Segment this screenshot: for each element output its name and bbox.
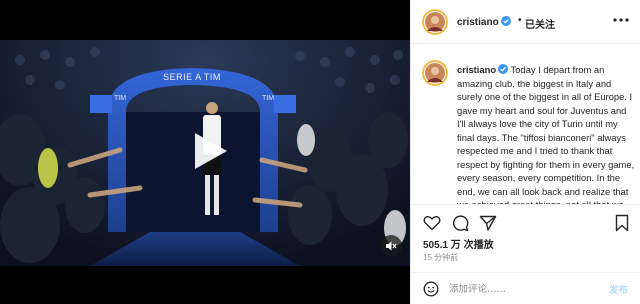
heart-icon[interactable] (423, 214, 441, 232)
comment-input[interactable] (449, 281, 599, 297)
caption-body: Today I depart from an amazing club, the… (457, 64, 635, 204)
caption-text-block: cristiano Today I depart from an amazing… (457, 63, 635, 204)
view-count[interactable]: 505.1 万 次播放 (423, 236, 494, 251)
post-caption: cristiano Today I depart from an amazing… (411, 44, 640, 204)
caption-username[interactable]: cristiano (457, 64, 509, 75)
sponsor-text-right: TIM (262, 95, 275, 102)
avatar[interactable] (422, 9, 448, 35)
verified-badge-icon (498, 64, 509, 74)
comment-icon[interactable] (451, 214, 469, 232)
post-timestamp[interactable]: 15 分钟前 (423, 252, 458, 263)
sponsor-text-left: TIM (114, 95, 127, 102)
avatar[interactable] (422, 60, 448, 86)
post-video[interactable]: SERIE A TIM TIM TIM (0, 0, 410, 304)
bookmark-icon[interactable] (613, 214, 631, 232)
add-comment-bar: 发布 (411, 272, 640, 304)
post-side-panel: cristiano • 已关注 cristiano Today I depart… (410, 0, 640, 304)
speaker-muted-icon[interactable] (380, 235, 402, 257)
caption-username-text[interactable]: cristiano (457, 64, 496, 75)
post-comment-button[interactable]: 发布 (609, 282, 628, 296)
play-icon[interactable] (183, 127, 231, 175)
emoji-icon[interactable] (423, 281, 439, 297)
post-actions-bar (411, 204, 640, 232)
share-icon[interactable] (479, 214, 497, 232)
separator-dot: • (518, 15, 522, 26)
verified-badge-icon (500, 16, 511, 26)
video-letterbox-bottom (0, 266, 410, 304)
username-text[interactable]: cristiano (457, 17, 499, 28)
post-author-username[interactable]: cristiano (457, 16, 511, 28)
video-letterbox-top (0, 0, 410, 40)
more-options-icon[interactable] (611, 12, 631, 28)
following-button[interactable]: 已关注 (525, 16, 555, 31)
arch-banner-text: SERIE A TIM (163, 72, 221, 82)
post-header: cristiano • 已关注 (411, 0, 640, 44)
